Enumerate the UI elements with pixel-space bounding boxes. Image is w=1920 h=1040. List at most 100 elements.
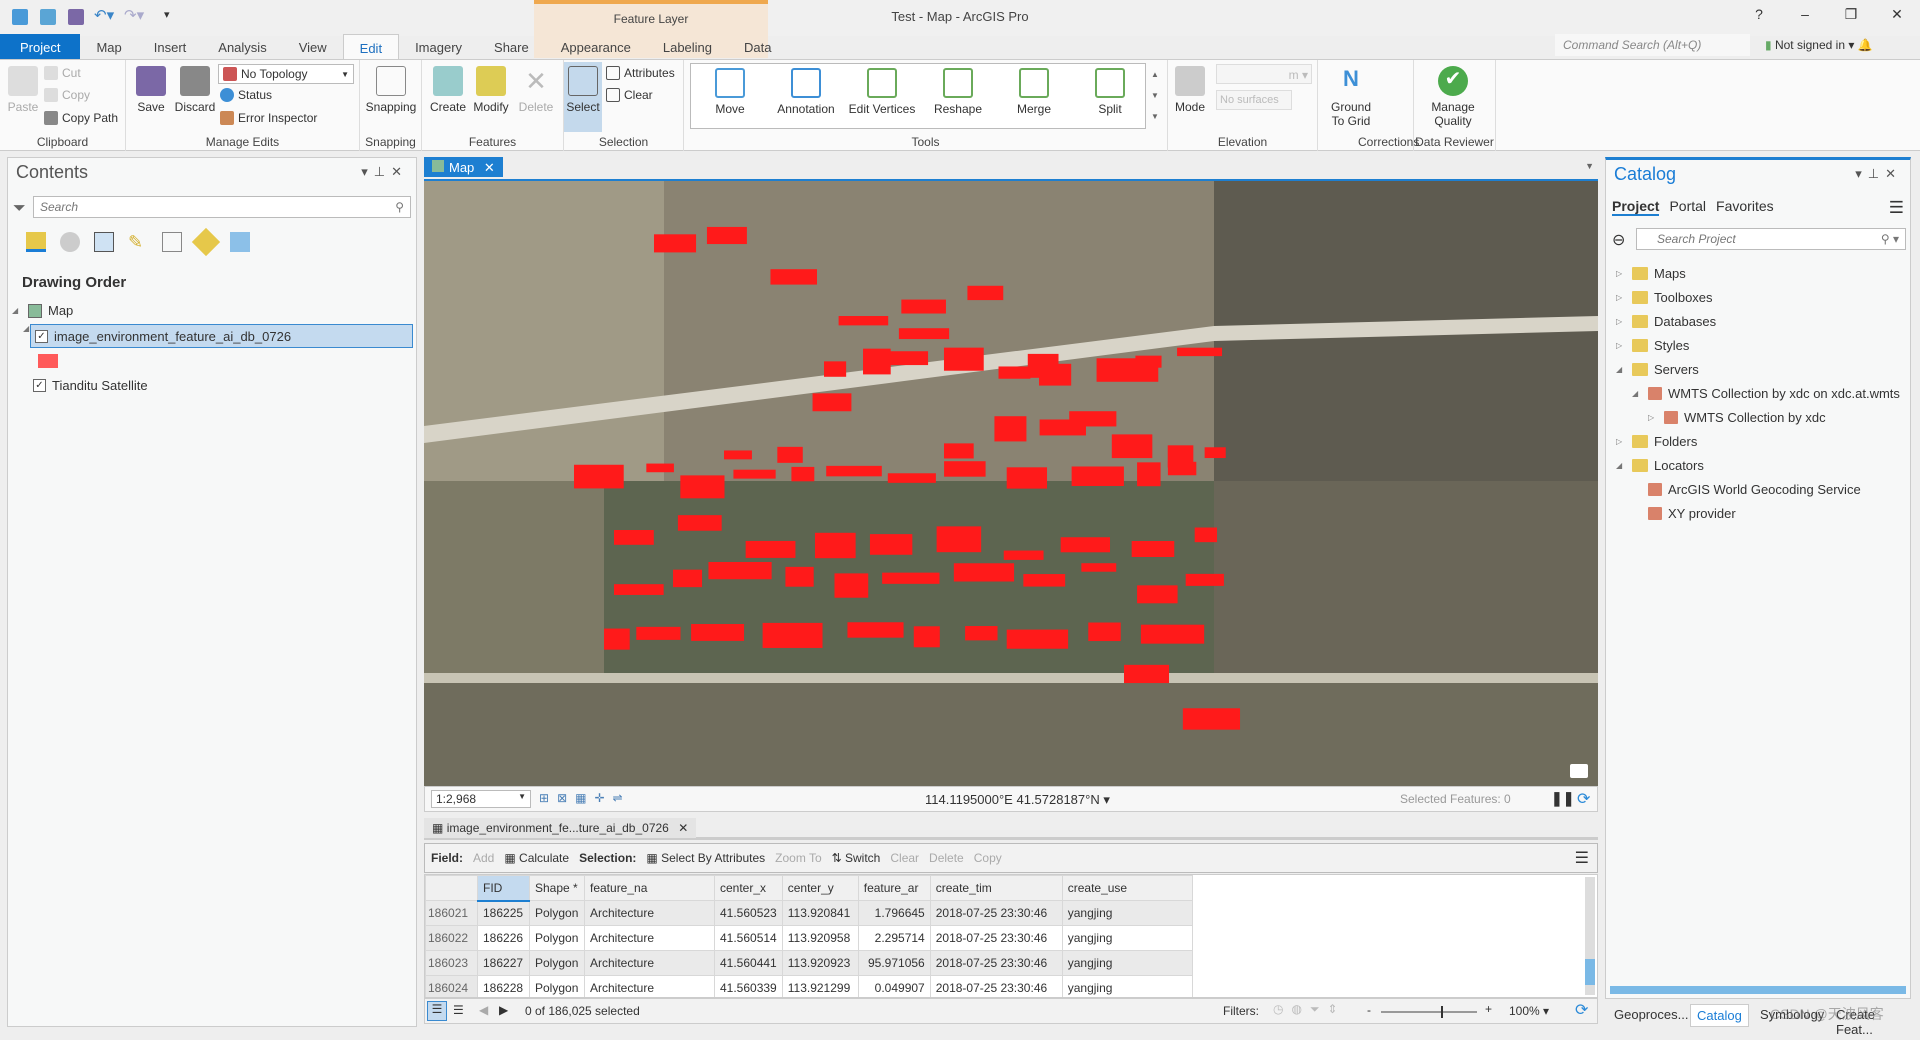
list-by-editing-icon[interactable]: ✎ (128, 232, 148, 252)
tab-edit[interactable]: Edit (342, 34, 400, 59)
help-button[interactable]: ? (1744, 6, 1774, 22)
list-by-selection-icon[interactable] (94, 232, 114, 252)
catalog-tab-project[interactable]: Project (1612, 198, 1660, 216)
list-by-labeling-icon[interactable] (191, 227, 221, 257)
table-menu-icon[interactable]: ☰ (1575, 848, 1589, 868)
table-cell[interactable]: Architecture (584, 975, 715, 997)
expander-icon[interactable]: ◢ (1616, 365, 1626, 374)
layer-visibility-checkbox[interactable]: ✓ (33, 379, 46, 392)
column-header[interactable]: center_x (714, 875, 783, 901)
table-cell[interactable]: 2018-07-25 23:30:46 (929, 950, 1063, 976)
table-cell[interactable]: 186227 (477, 950, 530, 976)
create-button[interactable]: Create (430, 66, 466, 114)
list-by-snapping-icon[interactable] (162, 232, 182, 252)
command-search[interactable]: Command Search (Alt+Q) (1555, 34, 1750, 56)
row-number[interactable]: 186024 (425, 975, 478, 997)
next-record-icon[interactable]: ▶ (499, 1003, 508, 1017)
tool-move[interactable]: Move (695, 68, 765, 116)
tool-split[interactable]: Split (1075, 68, 1145, 116)
list-by-drawing-order-icon[interactable] (26, 232, 46, 252)
elevation-mode-button[interactable]: Mode (1172, 66, 1208, 114)
table-row[interactable]: 186022 186226 Polygon Architecture 41.560514… (425, 925, 1193, 951)
catalog-item[interactable]: ◢ Servers (1616, 362, 1699, 377)
delete-selection-button[interactable]: Delete (929, 851, 964, 865)
column-header[interactable]: create_tim (929, 875, 1063, 901)
tab-view[interactable]: View (283, 34, 343, 59)
expander-icon[interactable]: ▷ (1616, 317, 1626, 326)
show-selected-records-icon[interactable]: ☰ (453, 1003, 464, 1017)
column-header[interactable]: FID (477, 875, 530, 902)
show-all-records-icon[interactable]: ☰ (427, 1001, 447, 1021)
tab-project[interactable]: Project (0, 34, 81, 59)
table-row[interactable]: 186023 186227 Polygon Architecture 41.560441… (425, 950, 1193, 976)
contents-search-input[interactable]: Search ⚲ (33, 196, 411, 218)
selected-features-count[interactable]: Selected Features: 0 (1400, 792, 1511, 806)
table-cell[interactable]: 186228 (477, 975, 530, 997)
tab-imagery[interactable]: Imagery (399, 34, 478, 59)
back-icon[interactable]: ⊖ (1612, 230, 1625, 250)
redo-icon[interactable]: ↷▾ (124, 6, 144, 24)
fixed-zoom-icon[interactable]: ⊞ (539, 791, 549, 805)
account-button[interactable]: ▮ Not signed in ▾ 🔔 (1765, 38, 1873, 52)
table-cell[interactable]: 113.920841 (781, 900, 859, 926)
table-scrollbar[interactable] (1585, 877, 1595, 995)
table-cell[interactable]: Architecture (584, 900, 715, 926)
delete-button[interactable]: ✕ Delete (516, 66, 556, 114)
layer-expander[interactable]: ◢ (23, 324, 29, 333)
table-row[interactable]: 186021 186225 Polygon Architecture 41.560523… (425, 900, 1193, 926)
table-cell[interactable]: 0.049907 (857, 975, 931, 997)
tab-data[interactable]: Data (728, 34, 787, 59)
save-project-icon[interactable] (68, 9, 84, 25)
bottom-tab-catalog[interactable]: Catalog (1690, 1004, 1749, 1027)
catalog-item[interactable]: ▷ Folders (1616, 434, 1697, 449)
coordinate-readout[interactable]: 114.1195000°E 41.5728187°N ▾ (925, 792, 1110, 808)
expander-icon[interactable]: ▷ (1616, 293, 1626, 302)
copy-button[interactable]: Copy (44, 88, 90, 102)
catalog-tab-favorites[interactable]: Favorites (1716, 198, 1774, 216)
filter-buttons[interactable]: ◷◍⏷⇕ (1273, 1002, 1346, 1017)
column-header[interactable]: create_use (1061, 875, 1193, 901)
pause-drawing-button[interactable]: ❚❚ (1551, 790, 1574, 807)
catalog-item[interactable]: ▷ Maps (1616, 266, 1686, 281)
refresh-icon[interactable]: ⟳ (1577, 789, 1590, 809)
tab-insert[interactable]: Insert (138, 34, 203, 59)
bottom-tab-geoproces[interactable]: Geoproces... (1608, 1004, 1694, 1025)
table-cell[interactable]: 2.295714 (857, 925, 931, 951)
save-edits-button[interactable]: Save (134, 66, 168, 114)
zoom-in-button[interactable]: + (1485, 1002, 1492, 1016)
map-canvas[interactable] (424, 181, 1598, 786)
column-header[interactable]: feature_ar (857, 875, 931, 901)
catalog-menu-icon[interactable]: ☰ (1889, 198, 1904, 218)
copy-path-button[interactable]: Copy Path (44, 111, 118, 125)
paste-button[interactable]: Paste (6, 66, 40, 114)
rotate-icon[interactable]: ⇌ (613, 791, 623, 805)
table-cell[interactable]: Polygon (529, 975, 585, 997)
select-by-attributes-button[interactable]: ▦ Select By Attributes (646, 851, 765, 865)
table-cell[interactable]: 2018-07-25 23:30:46 (929, 925, 1063, 951)
error-inspector-button[interactable]: Error Inspector (220, 111, 317, 125)
notification-icon[interactable]: 🔔 (1858, 38, 1873, 52)
copy-selection-button[interactable]: Copy (974, 851, 1002, 865)
tool-edit-vertices[interactable]: Edit Vertices (847, 68, 917, 116)
expander-icon[interactable]: ◢ (1632, 389, 1642, 398)
column-header[interactable]: Shape * (529, 875, 585, 901)
topology-dropdown[interactable]: No Topology ▼ (218, 64, 354, 84)
layer-symbol-swatch[interactable] (38, 354, 58, 368)
ground-to-grid-button[interactable]: N Ground To Grid (1326, 66, 1376, 128)
close-button[interactable]: ✕ (1882, 6, 1912, 23)
table-cell[interactable]: 95.971056 (857, 950, 931, 976)
catalog-horizontal-scrollbar[interactable] (1610, 986, 1906, 994)
catalog-item[interactable]: ▷ Databases (1616, 314, 1716, 329)
catalog-item[interactable]: ArcGIS World Geocoding Service (1632, 482, 1861, 497)
cut-button[interactable]: Cut (44, 66, 81, 80)
attributes-button[interactable]: Attributes (606, 66, 675, 80)
catalog-item[interactable]: XY provider (1632, 506, 1736, 521)
tool-annotation[interactable]: Annotation (771, 68, 841, 116)
table-cell[interactable]: 186226 (477, 925, 530, 951)
clear-selection-button[interactable]: Clear (890, 851, 919, 865)
expander-icon[interactable]: ◢ (1616, 461, 1626, 470)
layer-image-environment[interactable]: ✓ image_environment_feature_ai_db_0726 (30, 324, 413, 348)
surfaces-dropdown[interactable]: No surfaces (1216, 90, 1292, 110)
expander-icon[interactable]: ▷ (1616, 341, 1626, 350)
table-cell[interactable]: 113.921299 (781, 975, 859, 997)
